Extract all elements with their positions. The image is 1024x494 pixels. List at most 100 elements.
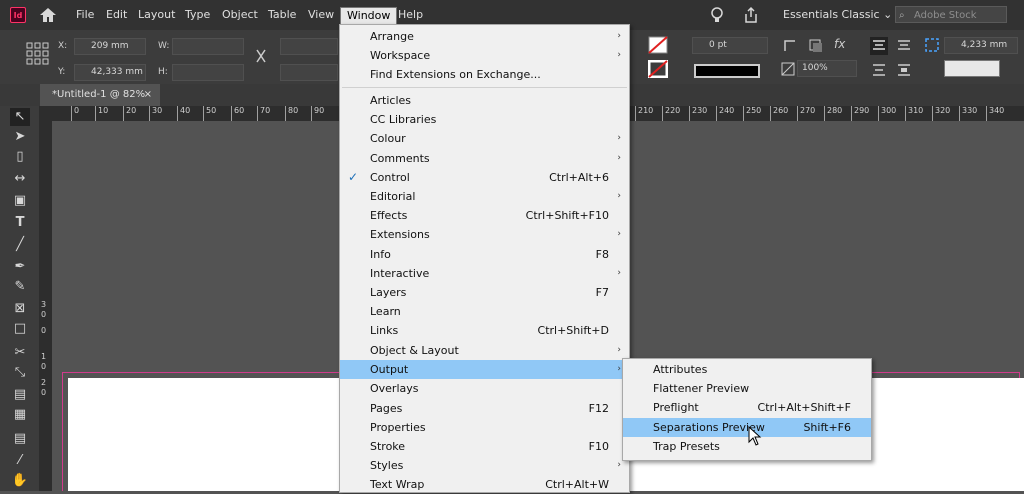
menu-item-label: Properties: [370, 421, 426, 434]
align-center-icon[interactable]: [895, 37, 913, 55]
menu-item-label: Comments: [370, 152, 430, 165]
close-icon[interactable]: ×: [144, 84, 152, 106]
distribute-vertical-icon[interactable]: [895, 61, 913, 79]
gradient-swatch-tool-icon[interactable]: ▤: [10, 386, 30, 404]
submenu-item-flattener-preview[interactable]: Flattener Preview: [623, 379, 871, 398]
menu-item-workspace[interactable]: Workspace ›: [340, 46, 629, 65]
menu-item-pages[interactable]: Pages F12: [340, 399, 629, 418]
selection-tool-icon[interactable]: ↖: [10, 108, 30, 126]
pencil-tool-icon[interactable]: ✎: [10, 278, 30, 296]
gradient-feather-tool-icon[interactable]: ▦: [10, 406, 30, 424]
menu-item-object-layout[interactable]: Object & Layout ›: [340, 341, 629, 360]
menu-item-links[interactable]: Links Ctrl+Shift+D: [340, 321, 629, 340]
menu-file[interactable]: File: [70, 0, 100, 30]
menu-item-arrange[interactable]: Arrange ›: [340, 27, 629, 46]
menu-item-shortcut: F8: [595, 248, 609, 261]
menu-item-styles[interactable]: Styles ›: [340, 456, 629, 475]
menu-item-find-extensions[interactable]: Find Extensions on Exchange...: [340, 65, 629, 84]
page-tool-icon[interactable]: ▯: [10, 148, 30, 166]
free-transform-tool-icon[interactable]: ⤡: [10, 364, 30, 382]
menu-layout[interactable]: Layout: [132, 0, 181, 30]
menu-item-label: Effects: [370, 209, 408, 222]
menu-item-cc-libraries[interactable]: CC Libraries: [340, 110, 629, 129]
effects-fx-icon[interactable]: fx: [834, 37, 845, 51]
y-position-field[interactable]: 42,333 mm: [74, 64, 146, 81]
stock-search-input[interactable]: ⌕ Adobe Stock: [895, 6, 1007, 23]
menu-item-label: Editorial: [370, 190, 416, 203]
ruler-tick: 270: [797, 106, 815, 121]
frame-fitting-selector[interactable]: [944, 60, 1000, 77]
window-menu-dropdown: Arrange › Workspace › Find Extensions on E…: [339, 24, 630, 493]
drop-shadow-icon[interactable]: [809, 39, 823, 53]
reference-point-icon[interactable]: [26, 42, 50, 66]
vruler-tick: 0: [41, 310, 47, 319]
menu-item-colour[interactable]: Colour ›: [340, 129, 629, 148]
height-field[interactable]: [172, 64, 244, 81]
x-position-field[interactable]: 209 mm: [74, 38, 146, 55]
align-top-icon[interactable]: [870, 37, 888, 55]
menu-item-shortcut: Ctrl+Alt+W: [545, 478, 609, 491]
menu-item-extensions[interactable]: Extensions ›: [340, 225, 629, 244]
opacity-field[interactable]: 100%: [797, 60, 857, 77]
menu-item-shortcut: Ctrl+Shift+D: [537, 324, 609, 337]
width-field[interactable]: [172, 38, 244, 55]
menu-window[interactable]: Window: [340, 7, 398, 25]
type-tool-icon[interactable]: T: [10, 214, 30, 232]
submenu-item-trap-presets[interactable]: Trap Presets: [623, 437, 871, 456]
eyedropper-tool-icon[interactable]: ⁄: [10, 452, 30, 470]
constrain-link-icon[interactable]: [254, 48, 268, 64]
submenu-item-separations-preview[interactable]: Separations Preview Shift+F6: [623, 418, 871, 437]
menu-item-info[interactable]: Info F8: [340, 245, 629, 264]
scale-y-field[interactable]: [280, 64, 338, 81]
hand-tool-icon[interactable]: ✋: [10, 472, 30, 490]
rectangle-tool-icon[interactable]: □: [10, 320, 30, 338]
menu-item-text-wrap[interactable]: Text Wrap Ctrl+Alt+W: [340, 475, 629, 494]
stroke-swatch-icon[interactable]: [648, 60, 668, 78]
menu-item-layers[interactable]: Layers F7: [340, 283, 629, 302]
menu-item-effects[interactable]: Effects Ctrl+Shift+F10: [340, 206, 629, 225]
scissors-tool-icon[interactable]: ✂: [10, 344, 30, 362]
share-icon[interactable]: [743, 6, 759, 24]
menu-item-comments[interactable]: Comments ›: [340, 149, 629, 168]
menu-object[interactable]: Object: [216, 0, 264, 30]
rectangle-frame-tool-icon[interactable]: ⊠: [10, 300, 30, 318]
menu-item-overlays[interactable]: Overlays: [340, 379, 629, 398]
stroke-type-selector[interactable]: [694, 64, 760, 78]
gap-tool-icon[interactable]: ↔: [10, 170, 30, 188]
lightbulb-icon[interactable]: [709, 6, 725, 24]
menu-view[interactable]: View: [302, 0, 340, 30]
menu-item-output[interactable]: Output ›: [340, 360, 629, 379]
line-tool-icon[interactable]: ╱: [10, 236, 30, 254]
chevron-right-icon: ›: [617, 364, 621, 374]
menu-table[interactable]: Table: [262, 0, 302, 30]
menu-item-interactive[interactable]: Interactive ›: [340, 264, 629, 283]
document-tab[interactable]: *Untitled-1 @ 82% ×: [40, 84, 160, 106]
chevron-right-icon: ›: [617, 133, 621, 143]
menu-item-editorial[interactable]: Editorial ›: [340, 187, 629, 206]
menu-item-articles[interactable]: Articles: [340, 91, 629, 110]
menu-item-stroke[interactable]: Stroke F10: [340, 437, 629, 456]
spacing-icon[interactable]: [924, 37, 940, 53]
chevron-right-icon: ›: [617, 31, 621, 41]
corner-options-icon[interactable]: [783, 39, 797, 53]
distribute-icon[interactable]: [870, 61, 888, 79]
menu-item-properties[interactable]: Properties: [340, 418, 629, 437]
note-tool-icon[interactable]: ▤: [10, 430, 30, 448]
workspace-switcher[interactable]: Essentials Classic ⌄: [783, 8, 892, 21]
stroke-weight-field[interactable]: 0 pt: [692, 37, 768, 54]
content-collector-icon[interactable]: ▣: [10, 192, 30, 210]
menu-item-learn[interactable]: Learn: [340, 302, 629, 321]
home-icon[interactable]: [38, 6, 58, 24]
spacing-field[interactable]: 4,233 mm: [944, 37, 1018, 54]
fill-swatch-icon[interactable]: [648, 36, 668, 54]
direct-selection-tool-icon[interactable]: ➤: [10, 128, 30, 146]
pen-tool-icon[interactable]: ✒: [10, 258, 30, 276]
submenu-item-preflight[interactable]: Preflight Ctrl+Alt+Shift+F: [623, 398, 871, 417]
menu-item-control[interactable]: ✓ Control Ctrl+Alt+6: [340, 168, 629, 187]
submenu-item-attributes[interactable]: Attributes: [623, 360, 871, 379]
scale-x-field[interactable]: [280, 38, 338, 55]
menu-edit[interactable]: Edit: [100, 0, 133, 30]
ruler-tick: 260: [770, 106, 788, 121]
checkmark-icon: ✓: [348, 170, 359, 184]
menu-type[interactable]: Type: [179, 0, 216, 30]
